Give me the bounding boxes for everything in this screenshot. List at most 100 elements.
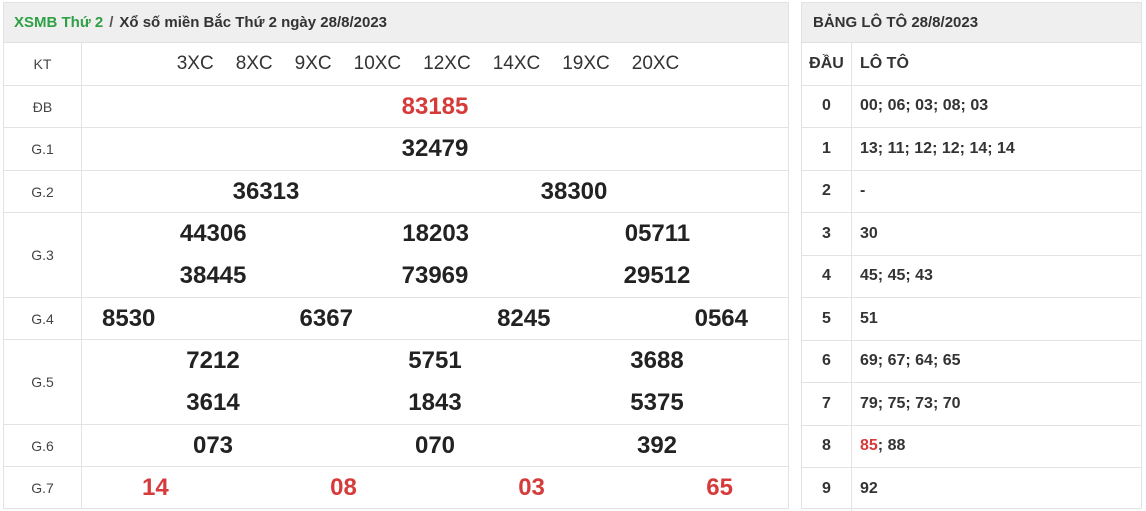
prize-number: 073 <box>192 431 234 459</box>
prize-number: 7212 <box>186 347 240 374</box>
loto-separator: ; <box>877 97 888 115</box>
loto-number: 14 <box>969 139 988 157</box>
prize-number: 5751 <box>408 347 462 374</box>
loto-row: 4 45; 45; 43 <box>802 255 1141 298</box>
loto-row: 3 30 <box>802 213 1141 256</box>
kt-code: 3XC <box>176 53 214 74</box>
kt-code: 10XC <box>353 53 402 74</box>
prize-label: G.6 <box>4 425 82 466</box>
prize-number: 5375 <box>630 389 684 416</box>
loto-row: 6 69; 67; 64; 65 <box>802 340 1141 383</box>
loto-number: 88 <box>887 437 906 455</box>
prize-row: G.4 8530 6367 8245 0564 <box>4 298 788 340</box>
loto-number: - <box>860 182 866 200</box>
loto-panel: BẢNG LÔ TÔ 28/8/2023 ĐẦU LÔ TÔ 0 00; 06; … <box>801 2 1142 511</box>
loto-number: 79 <box>860 394 878 412</box>
prize-number: 65 <box>706 474 733 501</box>
kt-code: 9XC <box>294 53 332 74</box>
loto-separator: ; <box>877 352 888 370</box>
kt-code: 20XC <box>631 53 680 74</box>
loto-row: 5 51 <box>802 298 1141 341</box>
prize-number: 29512 <box>623 262 691 289</box>
loto-column-header: LÔ TÔ <box>860 54 909 72</box>
prize-number: 44306 <box>179 220 247 247</box>
results-panel: XSMB Thứ 2 / Xổ số miền Bắc Thứ 2 ngày 2… <box>3 2 789 509</box>
kt-code: 12XC <box>423 53 471 74</box>
loto-row: 9 92 <box>802 468 1141 511</box>
loto-number: 03 <box>915 97 933 115</box>
loto-separator: ; <box>905 267 916 285</box>
loto-separator: ; <box>877 394 888 412</box>
loto-number: 06 <box>887 97 906 115</box>
prize-number: 32479 <box>401 135 469 162</box>
kt-row: KT 3XC 8XC 9XC 10XC 12XC 14XC 19XC 20XC <box>4 43 788 86</box>
prize-number: 18203 <box>402 220 470 247</box>
prize-row: G.5 7212 5751 3688 3614 1843 5375 <box>4 340 788 425</box>
prize-row: G.1 32479 <box>4 128 788 171</box>
loto-separator: ; <box>905 394 916 412</box>
dau-digit: 7 <box>802 383 852 425</box>
prize-number: 8245 <box>497 304 551 332</box>
prize-row: G.6 073 070 392 <box>4 425 788 467</box>
loto-values: 00; 06; 03; 08; 03 <box>852 86 1141 128</box>
results-table: KT 3XC 8XC 9XC 10XC 12XC 14XC 19XC 20XC ĐB 83185 G.… <box>4 43 788 509</box>
prize-number: 3688 <box>630 347 684 374</box>
loto-separator: ; <box>904 139 915 157</box>
loto-separator: ; <box>905 352 916 370</box>
loto-values: - <box>852 171 1141 213</box>
dau-digit: 6 <box>802 340 852 382</box>
prize-number: 1843 <box>408 389 462 416</box>
loto-separator: ; <box>959 139 970 157</box>
prize-number: 3614 <box>186 389 240 416</box>
prize-number: 38445 <box>179 262 247 289</box>
loto-values: 45; 45; 43 <box>852 256 1141 298</box>
loto-table: 0 00; 06; 03; 08; 03 1 13; 11; 12; 12; 14; … <box>802 85 1141 511</box>
loto-title: BẢNG LÔ TÔ 28/8/2023 <box>802 3 1141 43</box>
loto-number: 65 <box>942 352 961 370</box>
breadcrumb-separator: / <box>109 14 114 31</box>
prize-label: G.2 <box>4 171 82 212</box>
special-prize-number: 83185 <box>401 92 469 120</box>
loto-number: 69 <box>860 352 878 370</box>
prize-number: 6367 <box>299 304 353 332</box>
loto-number: 11 <box>887 139 905 157</box>
loto-separator: ; <box>932 352 943 370</box>
loto-values: 13; 11; 12; 12; 14; 14 <box>852 128 1141 170</box>
loto-number: 85 <box>860 437 878 455</box>
kt-code: 19XC <box>562 53 610 74</box>
loto-number: 70 <box>942 394 961 412</box>
prize-number: 08 <box>330 474 357 501</box>
loto-separator: ; <box>987 139 998 157</box>
kt-code: 14XC <box>492 53 541 74</box>
loto-number: 45 <box>860 267 878 285</box>
loto-number: 00 <box>860 97 878 115</box>
loto-row: 2- <box>802 170 1141 213</box>
loto-values: 79; 75; 73; 70 <box>852 383 1141 425</box>
prize-label: G.5 <box>4 340 82 424</box>
prize-number: 070 <box>414 431 456 459</box>
loto-number: 92 <box>860 480 878 498</box>
prize-number: 03 <box>518 474 545 501</box>
loto-number: 08 <box>942 97 961 115</box>
dau-digit: 2 <box>802 170 852 212</box>
loto-row: 1 13; 11; 12; 12; 14; 14 <box>802 128 1141 171</box>
loto-separator: ; <box>932 97 943 115</box>
dau-digit: 8 <box>802 425 852 467</box>
loto-values: 51 <box>852 298 1141 340</box>
prize-number: 38300 <box>540 177 608 205</box>
prize-number: 05711 <box>624 220 691 247</box>
loto-separator: ; <box>877 437 888 455</box>
loto-number: 45 <box>887 267 906 285</box>
prize-label: G.7 <box>4 467 82 509</box>
prize-label: G.3 <box>4 213 82 297</box>
dau-digit: 9 <box>802 468 852 511</box>
dau-digit: 5 <box>802 298 852 340</box>
loto-number: 14 <box>997 139 1015 157</box>
loto-number: 73 <box>915 394 933 412</box>
loto-values: 69; 67; 64; 65 <box>852 341 1141 383</box>
loto-number: 43 <box>915 267 933 285</box>
dau-column-header: ĐẦU <box>802 43 852 85</box>
breadcrumb-link[interactable]: XSMB Thứ 2 <box>14 14 103 31</box>
dau-digit: 4 <box>802 255 852 297</box>
loto-number: 12 <box>914 139 933 157</box>
